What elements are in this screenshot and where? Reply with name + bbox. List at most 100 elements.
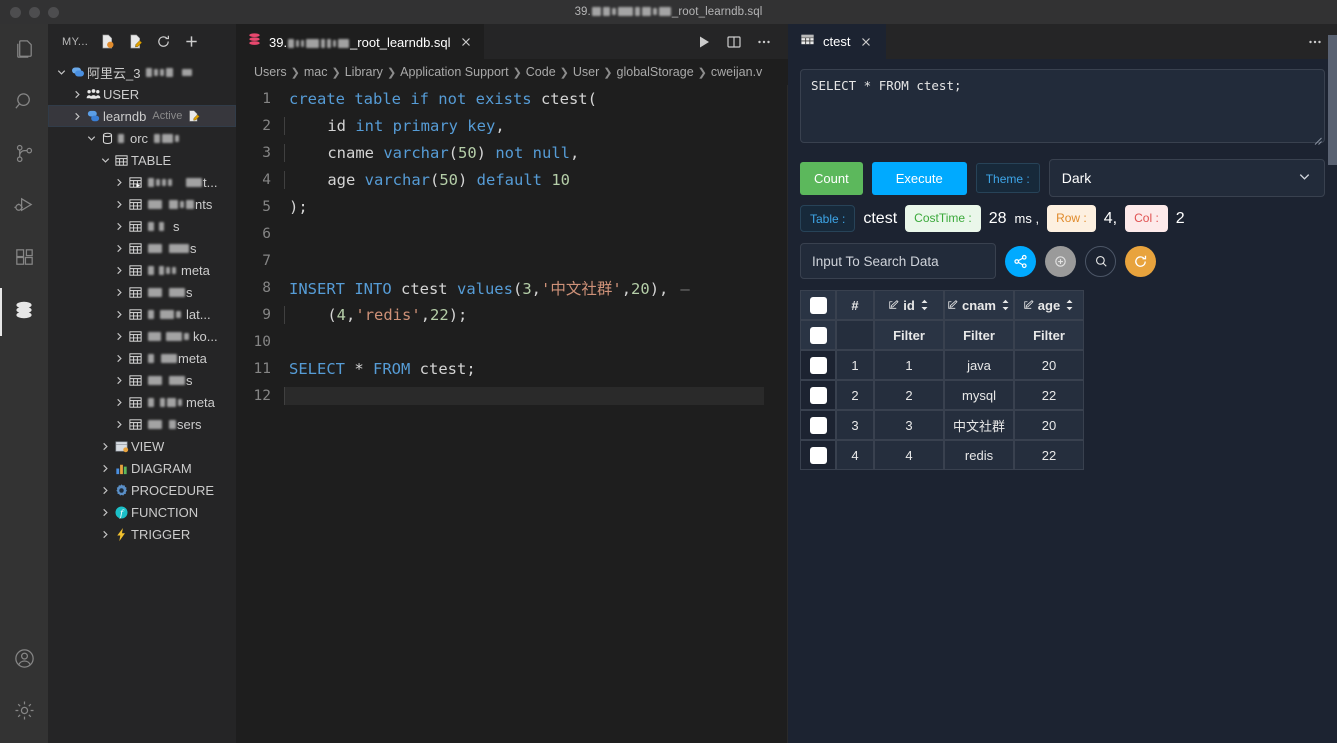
chevron-right-icon[interactable] bbox=[112, 265, 126, 276]
code-line[interactable]: 10 bbox=[236, 328, 788, 355]
sidebar-item-function[interactable]: f FUNCTION bbox=[48, 501, 236, 523]
select-all-checkbox[interactable] bbox=[800, 290, 836, 320]
tab-result-ctest[interactable]: ctest bbox=[788, 24, 886, 59]
chevron-right-icon[interactable] bbox=[98, 507, 112, 518]
edit-column-icon[interactable] bbox=[888, 298, 899, 313]
code-line[interactable]: 12 bbox=[236, 382, 788, 409]
cell-id[interactable]: 3 bbox=[874, 410, 944, 440]
minimize-window-button[interactable] bbox=[29, 7, 40, 18]
chevron-right-icon[interactable] bbox=[112, 309, 126, 320]
line-content[interactable]: ); bbox=[284, 198, 308, 216]
filter-age[interactable]: Filter bbox=[1014, 320, 1084, 350]
code-line[interactable]: 2 id int primary key, bbox=[236, 112, 788, 139]
line-content[interactable]: create table if not exists ctest( bbox=[284, 90, 597, 108]
chevron-right-icon[interactable] bbox=[112, 177, 126, 188]
sidebar-item-table[interactable]: nts bbox=[48, 193, 236, 215]
cell-cname[interactable]: java bbox=[944, 350, 1014, 380]
sidebar-item-learndb[interactable]: learndb Active bbox=[48, 105, 236, 127]
activity-search[interactable] bbox=[0, 80, 48, 128]
code-line[interactable]: 9 (4,'redis',22); bbox=[236, 301, 788, 328]
split-editor-icon[interactable] bbox=[722, 30, 746, 54]
sidebar-item-table[interactable]: lat... bbox=[48, 303, 236, 325]
maximize-window-button[interactable] bbox=[48, 7, 59, 18]
sidebar-item-user[interactable]: USER bbox=[48, 83, 236, 105]
code-line[interactable]: 11 SELECT * FROM ctest; bbox=[236, 355, 788, 382]
sidebar-item-table[interactable]: s bbox=[48, 237, 236, 259]
theme-select[interactable]: Dark bbox=[1049, 159, 1325, 197]
chevron-right-icon[interactable] bbox=[112, 243, 126, 254]
column-header-id[interactable]: id bbox=[874, 290, 944, 320]
breadcrumb[interactable]: Users ❯ mac ❯ Library ❯ Application Supp… bbox=[236, 59, 788, 85]
tab-sql-file[interactable]: 39._root_learndb.sql bbox=[236, 24, 484, 59]
code-line[interactable]: 3 cname varchar(50) not null, bbox=[236, 139, 788, 166]
breadcrumb-item[interactable]: User bbox=[573, 65, 599, 79]
line-content[interactable]: INSERT INTO ctest values(3,'中文社群',20),— bbox=[284, 277, 690, 299]
chevron-right-icon[interactable] bbox=[112, 221, 126, 232]
cell-age[interactable]: 22 bbox=[1014, 380, 1084, 410]
column-header-index[interactable]: # bbox=[836, 290, 874, 320]
sort-icon[interactable] bbox=[1064, 299, 1075, 311]
new-file-icon[interactable] bbox=[127, 33, 144, 50]
execute-button[interactable]: Execute bbox=[872, 162, 967, 195]
breadcrumb-item[interactable]: Users bbox=[254, 65, 287, 79]
code-line[interactable]: 4 age varchar(50) default 10 bbox=[236, 166, 788, 193]
chevron-right-icon[interactable] bbox=[112, 419, 126, 430]
refresh-icon[interactable] bbox=[1125, 246, 1156, 277]
cell-cname[interactable]: mysql bbox=[944, 380, 1014, 410]
chevron-down-icon[interactable] bbox=[1297, 169, 1312, 187]
chevron-right-icon[interactable] bbox=[70, 111, 84, 122]
checkbox[interactable] bbox=[810, 417, 827, 434]
row-checkbox[interactable] bbox=[800, 440, 836, 470]
activity-account[interactable] bbox=[0, 637, 48, 685]
line-content[interactable]: id int primary key, bbox=[284, 117, 505, 135]
line-content[interactable] bbox=[284, 387, 764, 405]
refresh-icon[interactable] bbox=[155, 33, 172, 50]
filter-cname[interactable]: Filter bbox=[944, 320, 1014, 350]
sidebar-item-table[interactable]: meta bbox=[48, 259, 236, 281]
filter-row-checkbox[interactable] bbox=[800, 320, 836, 350]
activity-database[interactable] bbox=[0, 288, 48, 336]
chevron-right-icon[interactable] bbox=[112, 397, 126, 408]
line-content[interactable]: SELECT * FROM ctest; bbox=[284, 360, 476, 378]
code-line[interactable]: 5 ); bbox=[236, 193, 788, 220]
breadcrumb-item[interactable]: Application Support bbox=[400, 65, 508, 79]
column-header-cname[interactable]: cnam bbox=[944, 290, 1014, 320]
checkbox[interactable] bbox=[810, 447, 827, 464]
chevron-right-icon[interactable] bbox=[70, 89, 84, 100]
add-row-icon[interactable] bbox=[1045, 246, 1076, 277]
close-icon[interactable] bbox=[458, 34, 474, 50]
chevron-down-icon[interactable] bbox=[54, 67, 68, 78]
cell-age[interactable]: 20 bbox=[1014, 410, 1084, 440]
filter-id[interactable]: Filter bbox=[874, 320, 944, 350]
row-checkbox[interactable] bbox=[800, 350, 836, 380]
breadcrumb-item[interactable]: globalStorage bbox=[617, 65, 694, 79]
breadcrumb-item[interactable]: cweijan.v bbox=[711, 65, 762, 79]
edit-column-icon[interactable] bbox=[1023, 298, 1034, 313]
activity-source-control[interactable] bbox=[0, 132, 48, 180]
run-icon[interactable] bbox=[692, 30, 716, 54]
line-content[interactable]: (4,'redis',22); bbox=[284, 306, 467, 324]
chevron-down-icon[interactable] bbox=[98, 155, 112, 166]
activity-run-debug[interactable] bbox=[0, 184, 48, 232]
sidebar-item-table[interactable]: s bbox=[48, 281, 236, 303]
sidebar-item-table-group[interactable]: TABLE bbox=[48, 149, 236, 171]
add-icon[interactable] bbox=[183, 33, 200, 50]
cell-age[interactable]: 20 bbox=[1014, 350, 1084, 380]
chevron-right-icon[interactable] bbox=[98, 485, 112, 496]
breadcrumb-item[interactable]: Code bbox=[526, 65, 556, 79]
chevron-down-icon[interactable] bbox=[84, 133, 98, 144]
search-data-input[interactable] bbox=[800, 243, 996, 279]
line-content[interactable]: cname varchar(50) not null, bbox=[284, 144, 579, 162]
breadcrumb-item[interactable]: Library bbox=[345, 65, 383, 79]
close-window-button[interactable] bbox=[10, 7, 21, 18]
checkbox[interactable] bbox=[810, 297, 827, 314]
sidebar-item-table[interactable]: meta bbox=[48, 391, 236, 413]
sidebar-item-procedure[interactable]: PROCEDURE bbox=[48, 479, 236, 501]
column-header-age[interactable]: age bbox=[1014, 290, 1084, 320]
chevron-right-icon[interactable] bbox=[112, 331, 126, 342]
cell-cname[interactable]: redis bbox=[944, 440, 1014, 470]
more-actions-icon[interactable] bbox=[752, 30, 776, 54]
edit-database-icon[interactable] bbox=[187, 109, 201, 123]
share-icon[interactable] bbox=[1005, 246, 1036, 277]
row-checkbox[interactable] bbox=[800, 410, 836, 440]
